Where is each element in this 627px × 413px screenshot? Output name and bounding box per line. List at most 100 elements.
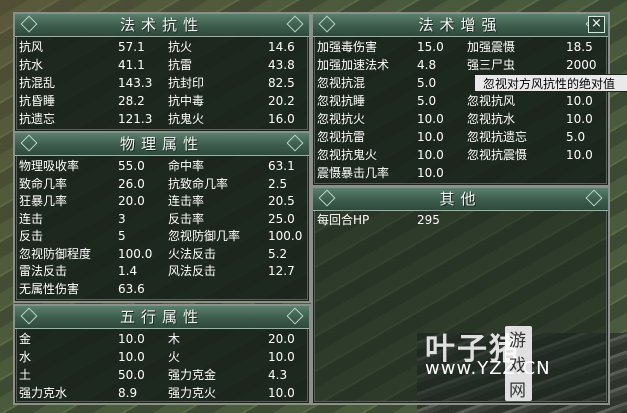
stat-row: 反击 5 忽视防御几率 100.0: [15, 228, 309, 244]
stat-label: 火法反击: [168, 246, 217, 261]
stat-value: 10.0: [417, 148, 444, 162]
tooltip: 忽视对方风抗性的绝对值: [474, 74, 627, 92]
stat-row: 抗遗忘 121.3 抗鬼火 16.0: [15, 111, 309, 127]
panel-title: 五行属性: [15, 306, 309, 329]
stat-row: 每回合HP 295: [313, 212, 608, 228]
stat-value: 5.0: [566, 130, 586, 144]
stat-row: 忽视抗睡 5.0 忽视抗风 10.0: [313, 93, 608, 109]
stat-value: 63.6: [118, 281, 145, 296]
stat-row: 加强加速法术 4.8 强三尸虫 2000: [313, 57, 608, 73]
stat-label: 抗遗忘: [19, 112, 56, 126]
stat-value: 4.3: [268, 368, 288, 382]
stat-value: 10.0: [566, 148, 593, 162]
stat-label: 忽视防御几率: [168, 229, 241, 243]
stat-value: 5: [118, 229, 126, 243]
stat-value: 50.0: [118, 368, 145, 382]
stat-label: 强力克水: [19, 386, 68, 400]
spell-resistance-panel: 法术抗性 抗风 57.1 抗火 14.6 抗水 41.1 抗雷 43.8 抗混乱 143.3 抗封印…: [13, 12, 311, 133]
stat-label: 水: [19, 350, 32, 364]
stat-label: 连击率: [168, 194, 205, 208]
stat-label: 忽视防御程度: [19, 246, 92, 261]
stat-label: 金: [19, 332, 32, 346]
stat-label: 抗风: [19, 40, 44, 54]
panel-title: 法术增强: [313, 14, 608, 37]
stat-row: 抗水 41.1 抗雷 43.8: [15, 57, 309, 73]
stat-row: 抗昏睡 28.2 抗中毒 20.2: [15, 93, 309, 109]
watermark-url: www.YZZ.CN: [425, 358, 551, 379]
stat-label: 抗封印: [168, 76, 205, 90]
stat-label: 忽视抗鬼火: [317, 148, 378, 162]
stat-row: 土 50.0 强力克金 4.3: [15, 367, 309, 383]
stat-label: 抗混乱: [19, 76, 56, 90]
stat-value: 10.0: [417, 130, 444, 144]
site-watermark: 叶子猪 游戏网 www.YZZ.CN: [425, 324, 550, 401]
stat-row: 狂暴几率 20.0 连击率 20.5: [15, 193, 309, 209]
stat-value: 100.0: [268, 229, 303, 243]
stat-value: 2000: [566, 58, 597, 72]
stat-label: 忽视抗火: [317, 112, 366, 126]
stat-value: 18.5: [566, 40, 593, 54]
stat-label: 反击率: [168, 211, 205, 226]
stat-label: 命中率: [168, 159, 205, 173]
stat-row: 无属性伤害 63.6: [15, 281, 309, 297]
stat-row: 雷法反击 1.4 风法反击 12.7: [15, 263, 309, 279]
stat-value: 25.0: [268, 211, 295, 226]
stat-value: 15.0: [417, 40, 444, 54]
stat-value: 20.0: [118, 194, 145, 208]
stat-label: 忽视抗雷: [317, 130, 366, 144]
physical-attributes-panel: 物理属性 物理吸收率 55.0 命中率 63.1 致命几率 26.0 抗致命几率 2.5 狂暴几…: [13, 131, 311, 303]
stat-label: 忽视抗风: [467, 94, 516, 108]
stat-row: 忽视抗雷 10.0 忽视抗遗忘 5.0: [313, 129, 608, 145]
panel-title: 物理属性: [15, 133, 309, 156]
stat-label: 每回合HP: [317, 213, 370, 227]
stat-label: 狂暴几率: [19, 194, 68, 208]
spell-enhancement-panel: 法术增强 × 加强毒伤害 15.0 加强震慑 18.5 加强加速法术 4.8 强三尸虫 200…: [311, 12, 610, 187]
stat-label: 风法反击: [168, 264, 217, 278]
stat-value: 20.5: [268, 194, 295, 208]
stat-value: 57.1: [118, 40, 145, 54]
close-icon[interactable]: ×: [588, 16, 605, 33]
stat-label: 抗雷: [168, 58, 193, 72]
stat-value: 10.0: [417, 166, 444, 180]
stat-label: 致命几率: [19, 176, 68, 191]
stat-label: 抗致命几率: [168, 176, 229, 191]
stat-value: 4.8: [417, 58, 437, 72]
stat-value: 16.0: [268, 112, 295, 126]
stat-label: 震慑暴击几率: [317, 166, 390, 180]
stat-value: 20.2: [268, 94, 295, 108]
stat-row: 连击 3 反击率 25.0: [15, 211, 309, 227]
stat-value: 295: [417, 213, 440, 227]
stat-row: 强力克水 8.9 强力克火 10.0: [15, 385, 309, 401]
stat-row: 抗风 57.1 抗火 14.6: [15, 39, 309, 55]
stat-value: 2.5: [268, 176, 288, 191]
stat-label: 抗水: [19, 58, 44, 72]
stat-value: 10.0: [566, 94, 593, 108]
stat-label: 忽视抗遗忘: [467, 130, 528, 144]
stat-label: 忽视抗睡: [317, 94, 366, 108]
stat-row: 水 10.0 火 10.0: [15, 349, 309, 365]
stat-value: 3: [118, 211, 126, 226]
stat-value: 28.2: [118, 94, 145, 108]
stat-label: 抗昏睡: [19, 94, 56, 108]
stat-label: 忽视抗水: [467, 112, 516, 126]
stat-value: 20.0: [268, 332, 295, 346]
stat-row: 忽视抗火 10.0 忽视抗水 10.0: [313, 111, 608, 127]
stat-value: 143.3: [118, 76, 153, 90]
stat-label: 无属性伤害: [19, 281, 80, 296]
stat-label: 抗中毒: [168, 94, 205, 108]
stat-label: 土: [19, 368, 32, 382]
stat-value: 5.0: [417, 76, 437, 90]
stat-label: 雷法反击: [19, 264, 68, 278]
stat-value: 10.0: [268, 350, 295, 364]
stat-label: 木: [168, 332, 181, 346]
stat-label: 抗火: [168, 40, 193, 54]
stat-value: 10.0: [118, 332, 145, 346]
stat-value: 100.0: [118, 246, 153, 261]
stat-value: 55.0: [118, 159, 145, 173]
stat-value: 1.4: [118, 264, 138, 278]
stat-value: 10.0: [118, 350, 145, 364]
stat-label: 强三尸虫: [467, 58, 516, 72]
stat-label: 连击: [19, 211, 44, 226]
stat-row: 忽视防御程度 100.0 火法反击 5.2: [15, 246, 309, 262]
stat-value: 10.0: [268, 386, 295, 400]
